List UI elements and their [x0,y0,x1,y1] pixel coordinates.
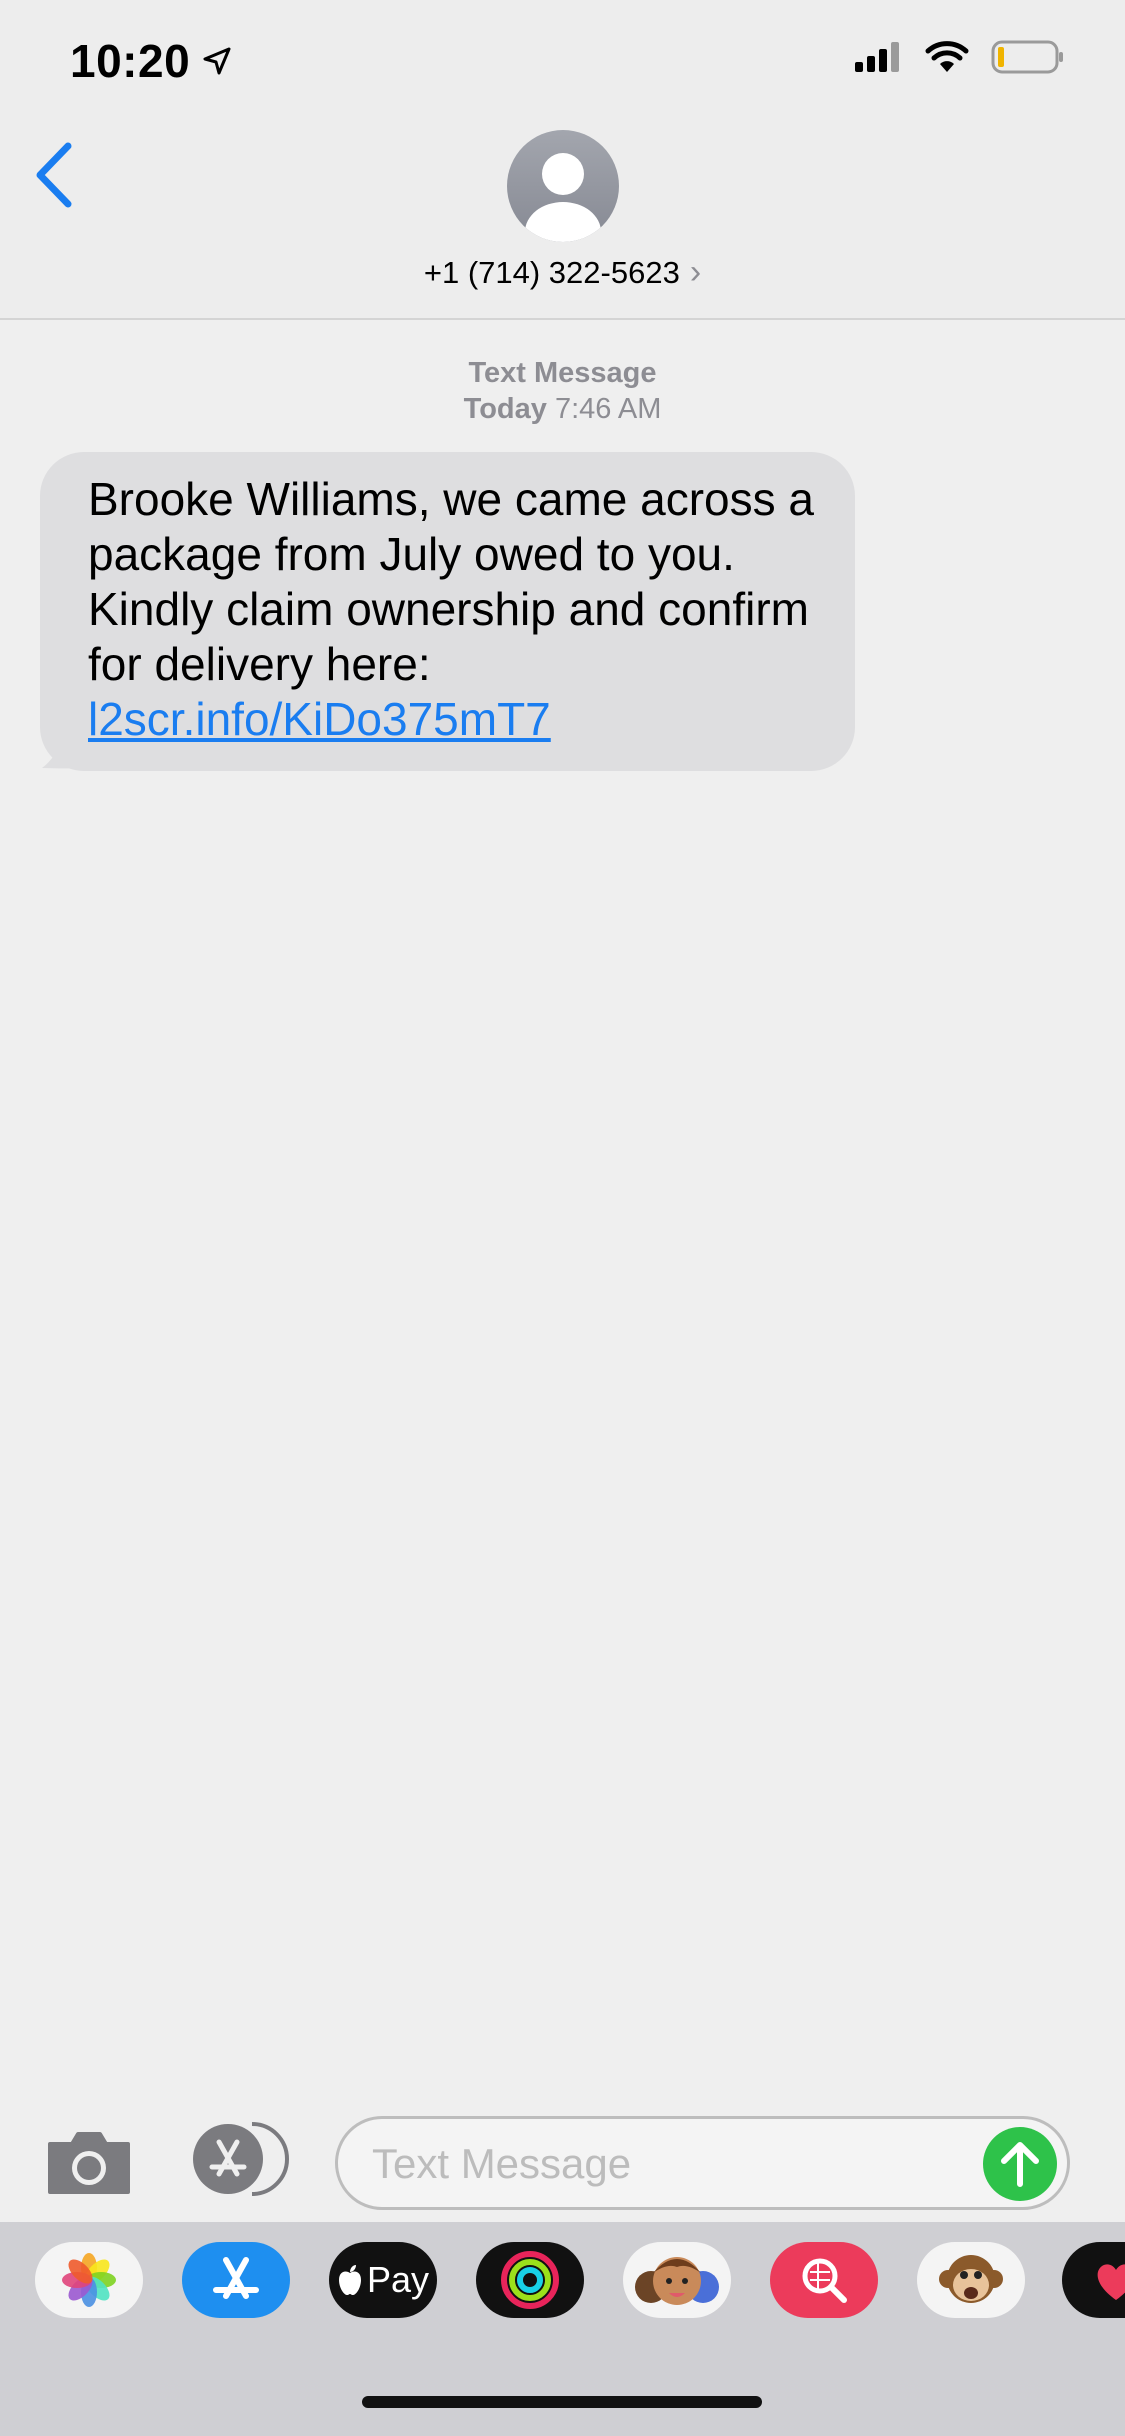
send-arrow-up-icon[interactable] [983,2127,1057,2201]
photos-icon[interactable] [35,2242,143,2318]
home-indicator[interactable] [362,2396,762,2408]
wifi-icon [925,41,969,72]
message-bubble: Brooke Williams, we came across a packag… [40,452,855,771]
battery-icon [991,40,1063,74]
app-store-icon[interactable] [182,2242,290,2318]
meta-day: Today [463,393,547,425]
text-message-field[interactable] [335,2116,1070,2210]
contact-number: +1 (714) 322-5623 [423,254,680,290]
status-time-group: 10:20 [70,34,232,88]
text-message-input[interactable] [372,2137,972,2191]
apple-pay-label: Pay [366,2259,430,2300]
message-link[interactable]: l2scr.info/KiDo375mT7 [88,692,825,747]
status-time: 10:20 [70,35,191,87]
activity-rings-icon[interactable] [476,2242,584,2318]
navigation-header: 10:20 +1 (714) 322-5623 › [0,0,1125,320]
images-search-icon[interactable] [770,2242,878,2318]
message-composer [0,2100,1125,2220]
digital-touch-icon[interactable] [1062,2242,1125,2318]
meta-time: 7:46 AM [554,393,662,425]
message-text: Brooke Williams, we came across a packag… [88,473,814,690]
chevron-left-icon[interactable] [30,140,80,210]
apple-pay-icon[interactable]: Pay [329,2242,437,2318]
memoji-icon[interactable] [623,2242,731,2318]
chevron-right-icon: › [689,253,702,291]
meta-label: Text Message [468,357,657,389]
message-timestamp: Text Message Today 7:46 AM [0,355,1125,427]
incoming-message: Brooke Williams, we came across a packag… [40,452,855,771]
animoji-monkey-icon[interactable] [917,2242,1025,2318]
app-store-icon[interactable] [190,2122,290,2196]
camera-icon[interactable] [46,2130,132,2196]
apple-logo-icon [338,2265,361,2295]
cellular-signal-icon [855,42,899,72]
person-avatar-icon[interactable] [507,130,619,242]
location-arrow-icon [203,47,231,75]
status-icons [855,40,1065,74]
contact-name-button[interactable]: +1 (714) 322-5623 › [0,253,1125,292]
